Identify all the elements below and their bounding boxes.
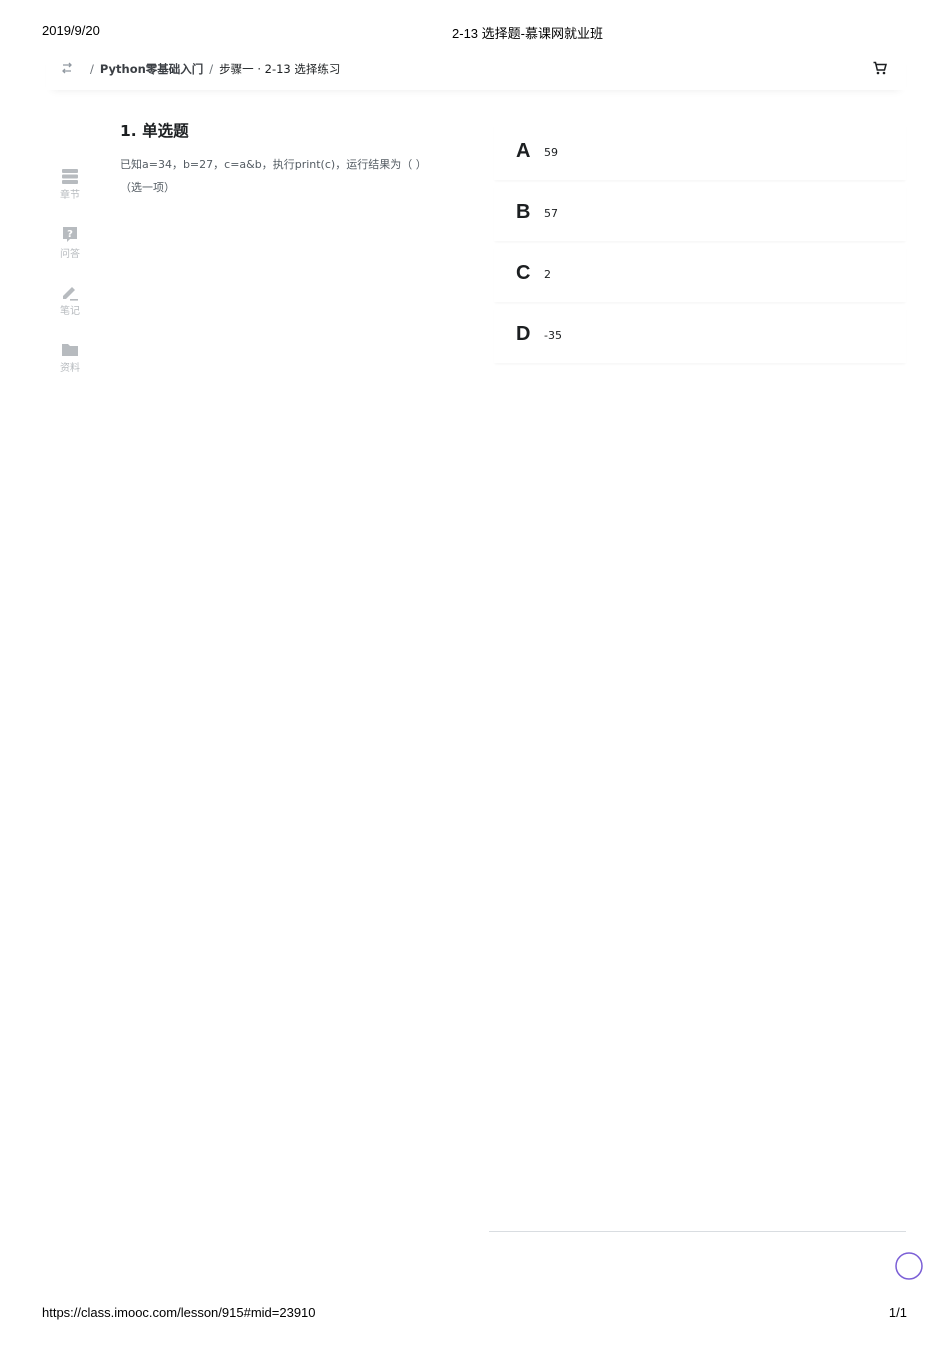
option-c[interactable]: C 2 (494, 246, 906, 302)
sidebar-item-chapter[interactable]: 章节 (48, 168, 92, 201)
option-b[interactable]: B 57 (494, 185, 906, 241)
swap-icon[interactable] (60, 60, 74, 74)
option-text: 59 (544, 146, 558, 159)
option-letter: A (516, 140, 531, 162)
option-letter: B (516, 201, 531, 223)
print-url: https://class.imooc.com/lesson/915#mid=2… (42, 1305, 316, 1320)
question-stem: 已知a=34，b=27，c=a&b，执行print(c)，运行结果为（ ） (120, 158, 427, 171)
question-panel: 1. 单选题 已知a=34，b=27，c=a&b，执行print(c)，运行结果… (120, 119, 450, 199)
print-page-title: 2-13 选择题-慕课网就业班 (452, 26, 603, 41)
question-icon: ? (63, 227, 77, 242)
sidebar-item-notes[interactable]: 笔记 (48, 284, 92, 317)
option-text: 57 (544, 207, 558, 220)
breadcrumb-separator: / (209, 62, 214, 76)
folder-icon (62, 344, 78, 356)
sidebar-item-label: 章节 (60, 190, 80, 201)
breadcrumb: / Python零基础入门 / 步骤一 · 2-13 选择练习 (84, 61, 340, 77)
sidebar-item-label: 笔记 (60, 306, 80, 317)
question-title: 1. 单选题 (120, 122, 189, 140)
chapter-icon (62, 169, 78, 184)
option-a[interactable]: A 59 (494, 124, 906, 180)
sidebar-item-qa[interactable]: ? 问答 (48, 226, 92, 260)
option-letter: C (516, 262, 531, 284)
progress-circle-icon[interactable] (894, 1251, 924, 1281)
print-page-number: 1/1 (888, 1305, 907, 1320)
option-letter: D (516, 323, 531, 345)
breadcrumb-current: 步骤一 · 2-13 选择练习 (219, 62, 341, 76)
sidebar-item-label: 问答 (60, 249, 80, 260)
sidebar-item-materials[interactable]: 资料 (48, 342, 92, 374)
question-text: 已知a=34，b=27，c=a&b，执行print(c)，运行结果为（ ） （选… (120, 153, 450, 199)
option-d[interactable]: D -35 (494, 307, 906, 363)
question-hint: （选一项） (120, 181, 175, 194)
bottom-divider (489, 1231, 906, 1232)
breadcrumb-course-link[interactable]: Python零基础入门 (100, 62, 203, 76)
sidebar-item-label: 资料 (60, 363, 80, 374)
option-text: 2 (544, 268, 551, 281)
pencil-icon (63, 287, 78, 301)
svg-text:?: ? (67, 229, 73, 240)
breadcrumb-separator: / (90, 62, 94, 76)
option-text: -35 (544, 329, 562, 342)
cart-icon[interactable] (872, 60, 888, 76)
top-navigation-bar: / Python零基础入门 / 步骤一 · 2-13 选择练习 (46, 50, 906, 90)
